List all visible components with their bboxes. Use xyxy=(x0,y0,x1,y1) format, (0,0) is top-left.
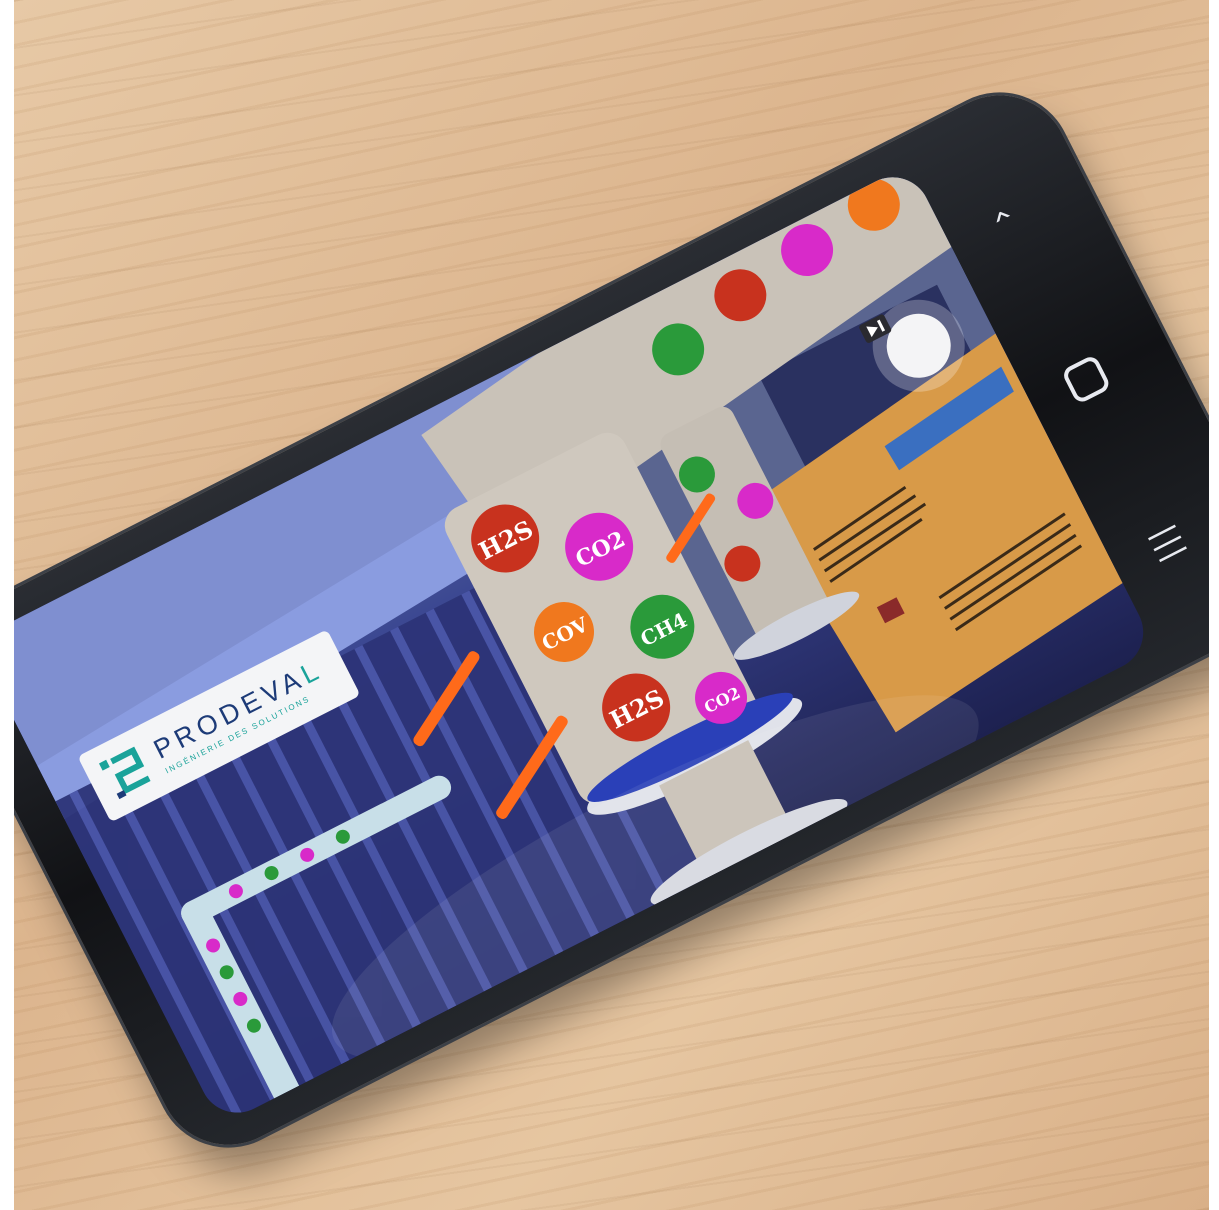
wooden-desk-background: H2S CO2 COV CH4 H2S CO2 PRODEVAL INGÉNIE… xyxy=(14,0,1209,1210)
recent-apps-button[interactable]: ||| xyxy=(1132,506,1207,581)
home-button[interactable] xyxy=(1049,342,1124,417)
smartphone: H2S CO2 COV CH4 H2S CO2 PRODEVAL INGÉNIE… xyxy=(14,71,1209,1169)
back-button[interactable]: ‹ xyxy=(965,178,1040,253)
recent-apps-icon: ||| xyxy=(1145,519,1194,568)
prodeval-logo-icon xyxy=(96,742,158,804)
chevron-left-icon: ‹ xyxy=(981,200,1024,231)
home-rounded-square-icon xyxy=(1060,353,1112,405)
